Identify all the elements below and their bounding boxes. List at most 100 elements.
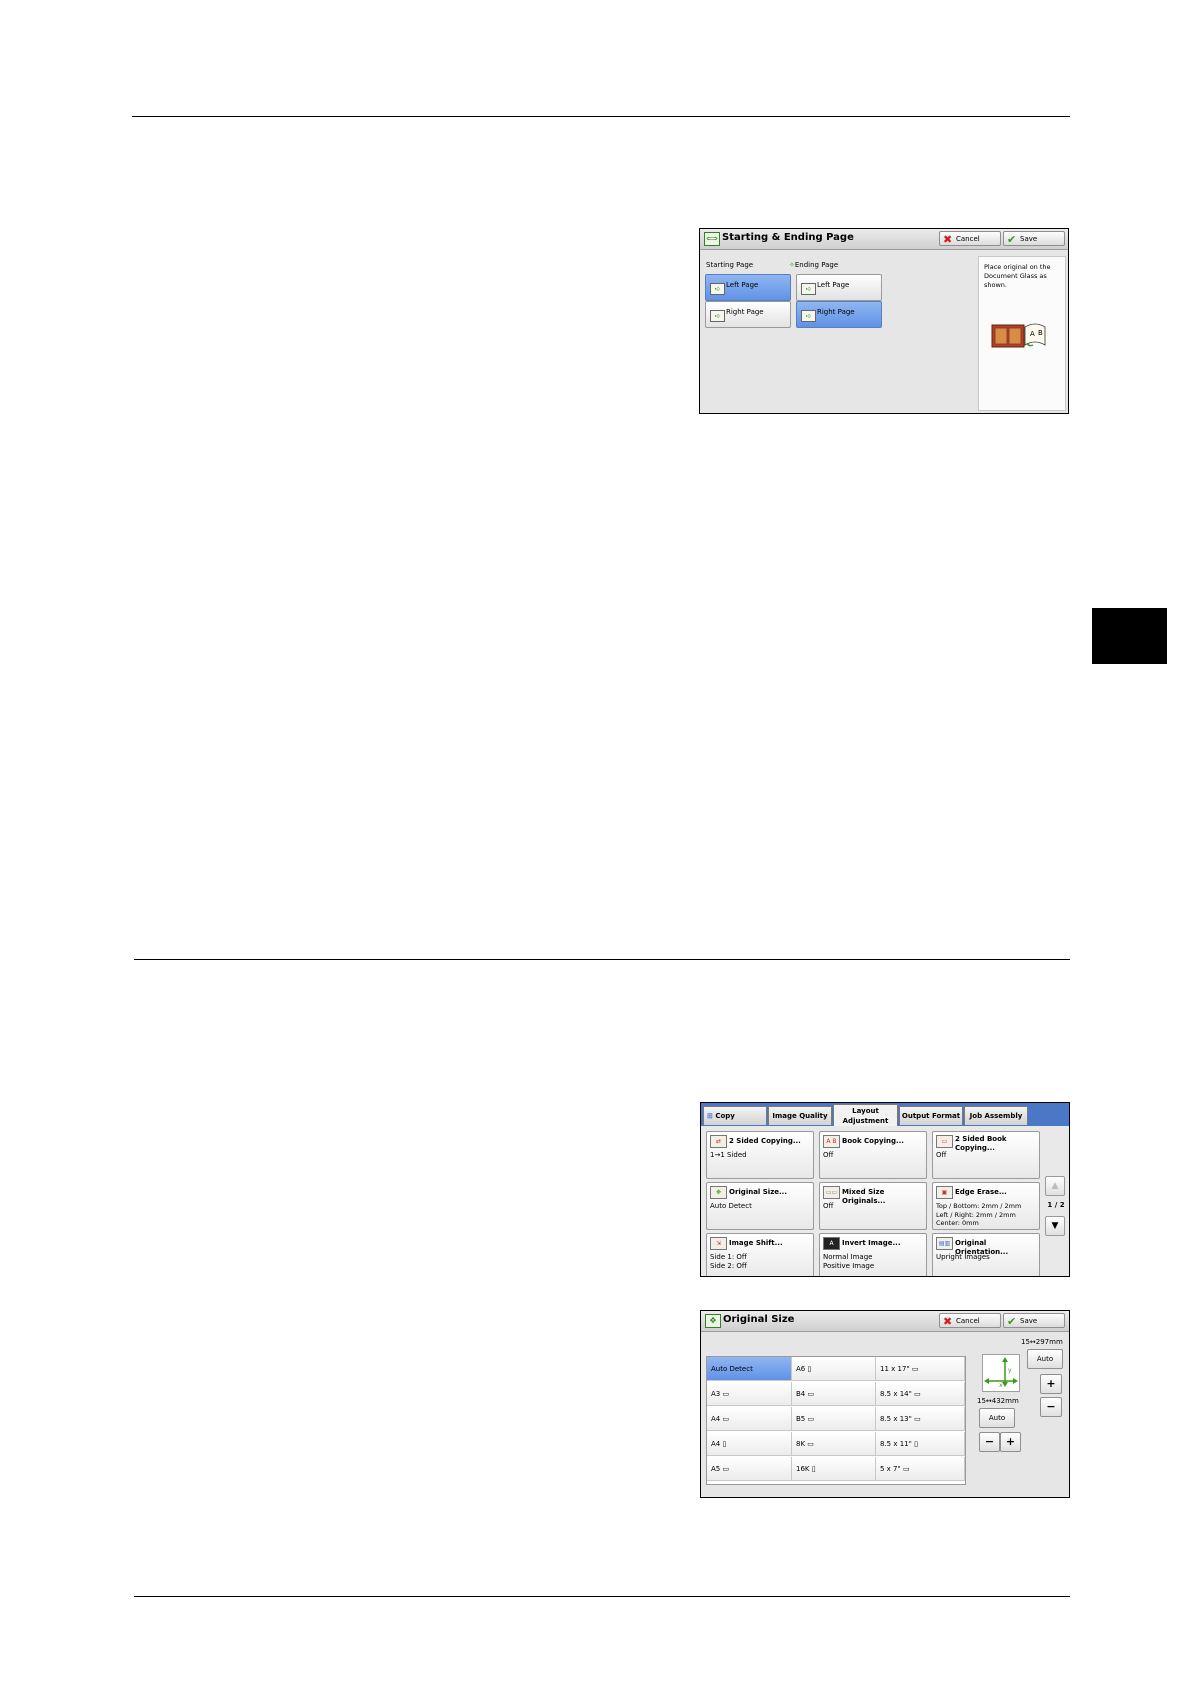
screen-title: Starting & Ending Page [722, 232, 854, 243]
x-decrease-button[interactable]: − [979, 1432, 1000, 1452]
x-range-label: 15↔432mm [977, 1397, 1019, 1405]
scroll-up-button[interactable]: ▲ [1045, 1176, 1065, 1196]
size-option[interactable]: 11 x 17" ▭ [876, 1357, 965, 1381]
mixed-size-originals-button[interactable]: ▭▭ Mixed Size Originals... Off [819, 1182, 927, 1230]
feature-title: Book Copying... [842, 1137, 904, 1145]
book-icon: A B [823, 1135, 840, 1148]
scroll-down-button[interactable]: ▼ [1045, 1216, 1065, 1236]
minus-icon: − [1046, 1400, 1056, 1413]
layout-adjustment-screen: ⊞ Copy Image Quality Layout Adjustment O… [700, 1102, 1070, 1277]
tab-output-format[interactable]: Output Format [899, 1106, 963, 1125]
two-sided-icon: ⇄ [710, 1135, 727, 1148]
feature-value: Off [823, 1151, 834, 1159]
x-increase-button[interactable]: + [1000, 1432, 1021, 1452]
tab-copy-label: Copy [715, 1112, 735, 1120]
save-button[interactable]: ✔ Save [1003, 231, 1065, 246]
plus-icon: + [1005, 1435, 1016, 1448]
original-orientation-button[interactable]: ▤▥ Original Orientation... Upright Image… [932, 1233, 1040, 1276]
feature-title: Original Size... [729, 1188, 787, 1196]
size-option[interactable]: A4 ▯ [707, 1432, 792, 1456]
starting-right-page-button[interactable]: ➪ Right Page [705, 301, 791, 328]
save-label: Save [1020, 1317, 1038, 1325]
size-option[interactable]: 5 x 7" ▭ [876, 1457, 965, 1481]
title-bar: ⟺ Starting & Ending Page ✖ Cancel ✔ Save [700, 229, 1068, 250]
size-option[interactable]: A6 ▯ [792, 1357, 876, 1381]
two-sided-book-copying-button[interactable]: ▭ 2 Sided Book Copying... Off [932, 1131, 1040, 1179]
ending-right-page-label: Right Page [817, 308, 855, 316]
invert-image-button[interactable]: A Invert Image... Normal Image Positive … [819, 1233, 927, 1276]
size-option[interactable]: 8K ▭ [792, 1432, 876, 1456]
feature-title: 2 Sided Copying... [729, 1137, 801, 1145]
chapter-tab [1092, 608, 1167, 664]
size-option[interactable]: 16K ▯ [792, 1457, 876, 1481]
top-rule [132, 116, 1070, 117]
plus-icon: + [1046, 1377, 1056, 1390]
cancel-label: Cancel [956, 235, 980, 243]
tab-layout-adjustment[interactable]: Layout Adjustment [833, 1104, 898, 1126]
middle-rule [134, 959, 1070, 960]
feature-value: Off [936, 1151, 947, 1159]
auto-label: Auto [988, 1414, 1006, 1422]
feature-value: Upright Images [936, 1253, 990, 1261]
starting-left-page-button[interactable]: ➪ Left Page [705, 274, 791, 301]
starting-ending-page-screen: ⟺ Starting & Ending Page ✖ Cancel ✔ Save… [699, 228, 1069, 414]
size-option[interactable]: A4 ▭ [707, 1407, 792, 1431]
tab-output-format-label: Output Format [901, 1112, 961, 1120]
mixed-size-icon: ▭▭ [823, 1186, 840, 1199]
size-option[interactable]: 8.5 x 14" ▭ [876, 1382, 965, 1406]
tab-image-quality[interactable]: Image Quality [768, 1106, 832, 1125]
two-sided-copying-button[interactable]: ⇄ 2 Sided Copying... 1→1 Sided [706, 1131, 814, 1179]
edge-erase-icon: ▣ [936, 1186, 953, 1199]
title-bar: ✥ Original Size ✖ Cancel ✔ Save [701, 1311, 1069, 1332]
book-copying-button[interactable]: A B Book Copying... Off [819, 1131, 927, 1179]
feature-value: 1→1 Sided [710, 1151, 747, 1159]
xy-dimension-icon: y x [982, 1354, 1020, 1392]
feature-title: 2 Sided Book Copying... [955, 1135, 1007, 1152]
edge-erase-button[interactable]: ▣ Edge Erase... Top / Bottom: 2mm / 2mm … [932, 1182, 1040, 1230]
size-option[interactable]: A5 ▭ [707, 1457, 792, 1481]
size-option[interactable]: B5 ▭ [792, 1407, 876, 1431]
tab-job-assembly-label: Job Assembly [969, 1112, 1023, 1120]
starting-left-page-label: Left Page [726, 281, 759, 289]
ending-right-page-button[interactable]: ➪ Right Page [796, 301, 882, 328]
size-option[interactable]: 8.5 x 11" ▯ [876, 1432, 965, 1456]
save-button[interactable]: ✔ Save [1003, 1313, 1065, 1328]
size-option[interactable]: B4 ▭ [792, 1382, 876, 1406]
y-decrease-button[interactable]: − [1040, 1397, 1062, 1417]
feature-value: Auto Detect [710, 1202, 752, 1210]
cancel-button[interactable]: ✖ Cancel [939, 231, 1001, 246]
size-option[interactable]: 8.5 x 13" ▭ [876, 1407, 965, 1431]
book-letter-a: A [1030, 330, 1035, 338]
starting-right-page-label: Right Page [726, 308, 764, 316]
bottom-rule [134, 1596, 1070, 1597]
original-size-icon: ✥ [705, 1314, 721, 1328]
image-shift-button[interactable]: ⇲ Image Shift... Side 1: Off Side 2: Off [706, 1233, 814, 1276]
left-page-icon: ➪ [801, 283, 816, 295]
size-option[interactable]: A3 ▭ [707, 1382, 792, 1406]
ending-left-page-button[interactable]: ➪ Left Page [796, 274, 882, 301]
y-axis-letter: y [1008, 1367, 1012, 1374]
feature-value: Top / Bottom: 2mm / 2mm Left / Right: 2m… [936, 1202, 1022, 1227]
original-size-button[interactable]: ✥ Original Size... Auto Detect [706, 1182, 814, 1230]
tab-bar: ⊞ Copy Image Quality Layout Adjustment O… [701, 1103, 1069, 1126]
right-page-icon: ➪ [801, 310, 816, 322]
x-auto-button[interactable]: Auto [979, 1408, 1015, 1428]
feature-value: Side 1: Off Side 2: Off [710, 1253, 747, 1270]
size-option[interactable]: Auto Detect [707, 1357, 792, 1381]
ending-left-page-label: Left Page [817, 281, 850, 289]
tab-copy[interactable]: ⊞ Copy [703, 1106, 767, 1125]
cancel-button[interactable]: ✖ Cancel [939, 1313, 1001, 1328]
y-auto-button[interactable]: Auto [1027, 1349, 1063, 1369]
tab-job-assembly[interactable]: Job Assembly [964, 1106, 1028, 1125]
y-increase-button[interactable]: + [1040, 1374, 1062, 1394]
tab-layout-adjustment-label: Layout Adjustment [842, 1107, 889, 1125]
feature-title: Edge Erase... [955, 1188, 1007, 1196]
checkmark-icon: ✔ [1007, 1315, 1017, 1328]
feature-title: Invert Image... [842, 1239, 901, 1247]
starting-page-label: Starting Page [706, 261, 754, 269]
image-shift-icon: ⇲ [710, 1237, 727, 1250]
cancel-label: Cancel [956, 1317, 980, 1325]
info-text: Place original on the Document Glass as … [984, 263, 1051, 289]
y-range-label: 15↔297mm [1021, 1338, 1063, 1346]
feature-value: Off [823, 1202, 834, 1210]
